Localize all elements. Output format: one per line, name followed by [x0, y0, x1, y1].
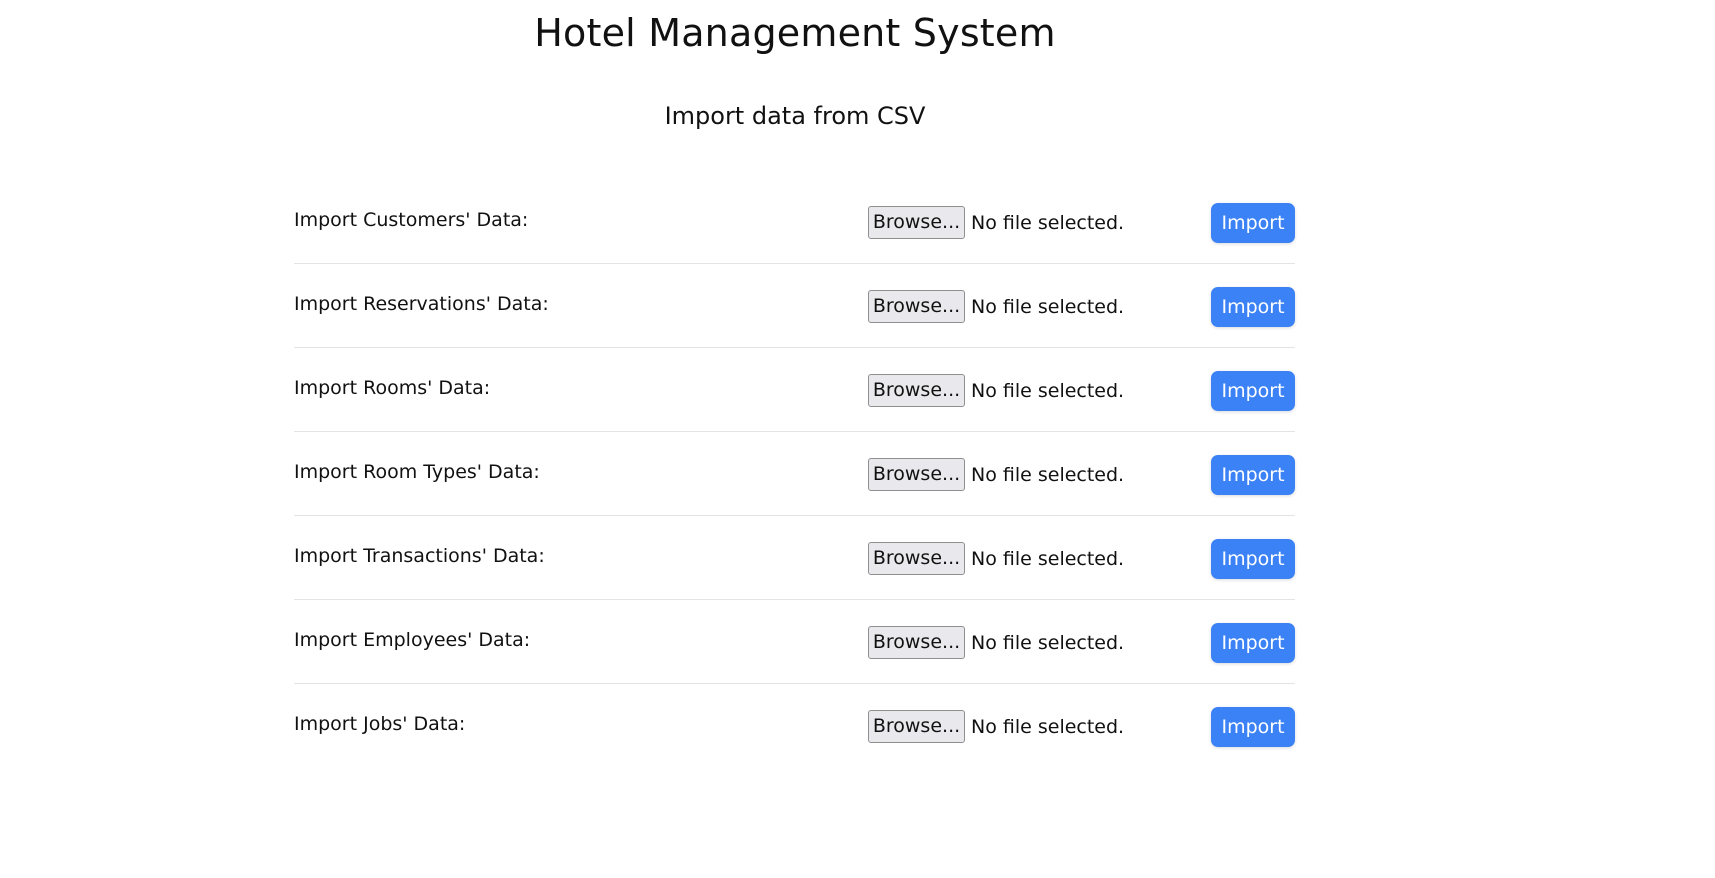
import-button-room-types[interactable]: Import: [1211, 455, 1295, 495]
browse-button-employees[interactable]: Browse...: [868, 626, 965, 659]
import-row-employees: Import Employees' Data: Browse... No fil…: [294, 600, 1295, 684]
import-row-rooms: Import Rooms' Data: Browse... No file se…: [294, 348, 1295, 432]
page-title: Hotel Management System: [534, 11, 1056, 55]
browse-button-reservations[interactable]: Browse...: [868, 290, 965, 323]
browse-button-jobs[interactable]: Browse...: [868, 710, 965, 743]
file-status-jobs: No file selected.: [971, 716, 1125, 738]
browse-button-transactions[interactable]: Browse...: [868, 542, 965, 575]
import-row-customers: Import Customers' Data: Browse... No fil…: [294, 180, 1295, 264]
file-status-transactions: No file selected.: [971, 548, 1125, 570]
file-status-customers: No file selected.: [971, 212, 1125, 234]
browse-button-rooms[interactable]: Browse...: [868, 374, 965, 407]
import-button-rooms[interactable]: Import: [1211, 371, 1295, 411]
import-button-reservations[interactable]: Import: [1211, 287, 1295, 327]
import-label-reservations: Import Reservations' Data:: [294, 293, 549, 315]
browse-button-customers[interactable]: Browse...: [868, 206, 965, 239]
import-label-jobs: Import Jobs' Data:: [294, 713, 466, 735]
file-status-room-types: No file selected.: [971, 464, 1125, 486]
import-label-employees: Import Employees' Data:: [294, 629, 531, 651]
browse-button-room-types[interactable]: Browse...: [868, 458, 965, 491]
import-label-transactions: Import Transactions' Data:: [294, 545, 545, 567]
import-label-customers: Import Customers' Data:: [294, 209, 529, 231]
import-button-customers[interactable]: Import: [1211, 203, 1295, 243]
import-row-reservations: Import Reservations' Data: Browse... No …: [294, 264, 1295, 348]
import-list: Import Customers' Data: Browse... No fil…: [294, 180, 1295, 768]
import-button-employees[interactable]: Import: [1211, 623, 1295, 663]
file-status-rooms: No file selected.: [971, 380, 1125, 402]
import-button-transactions[interactable]: Import: [1211, 539, 1295, 579]
file-status-employees: No file selected.: [971, 632, 1125, 654]
import-label-room-types: Import Room Types' Data:: [294, 461, 540, 483]
import-row-transactions: Import Transactions' Data: Browse... No …: [294, 516, 1295, 600]
import-row-room-types: Import Room Types' Data: Browse... No fi…: [294, 432, 1295, 516]
import-button-jobs[interactable]: Import: [1211, 707, 1295, 747]
import-row-jobs: Import Jobs' Data: Browse... No file sel…: [294, 684, 1295, 768]
page-subtitle: Import data from CSV: [664, 102, 926, 130]
file-status-reservations: No file selected.: [971, 296, 1125, 318]
import-label-rooms: Import Rooms' Data:: [294, 377, 491, 399]
